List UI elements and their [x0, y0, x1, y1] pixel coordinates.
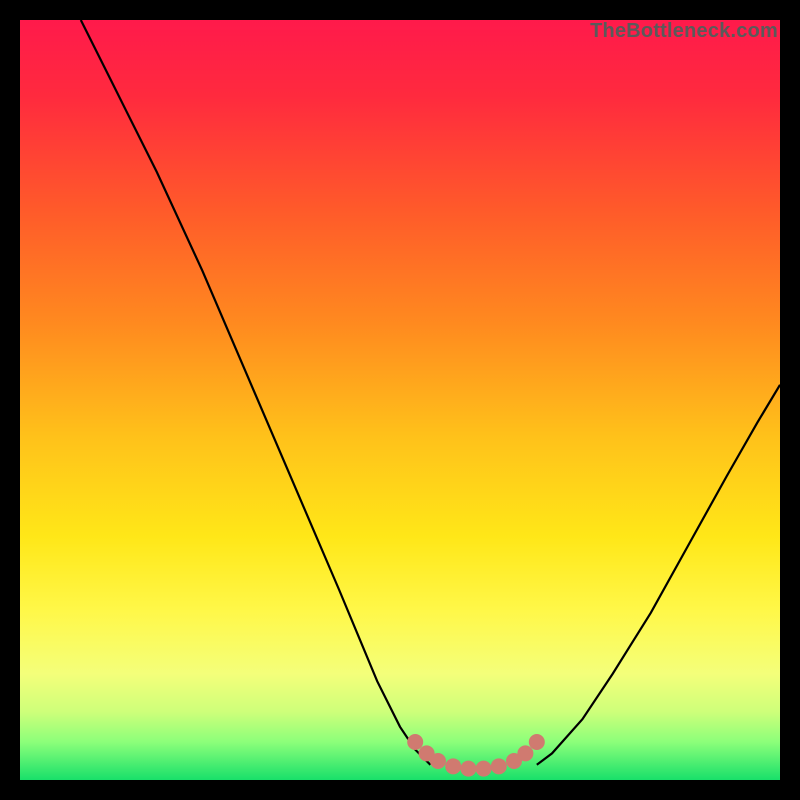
min-band-marker	[460, 761, 476, 777]
watermark-text: TheBottleneck.com	[590, 20, 778, 43]
chart-background-gradient	[20, 20, 780, 780]
chart-frame: TheBottleneck.com	[20, 20, 780, 780]
bottleneck-chart	[20, 20, 780, 780]
min-band-marker	[491, 758, 507, 774]
min-band-marker	[517, 745, 533, 761]
min-band-marker	[445, 758, 461, 774]
min-band-marker	[529, 734, 545, 750]
min-band-marker	[476, 761, 492, 777]
min-band-marker	[407, 734, 423, 750]
min-band-marker	[430, 753, 446, 769]
